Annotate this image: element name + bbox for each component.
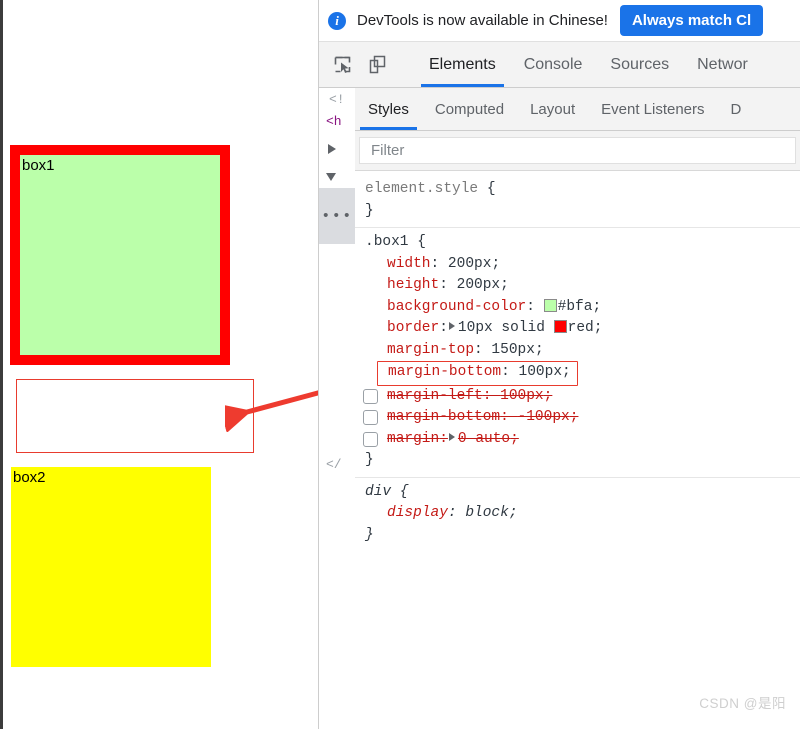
declaration-margin-bottom-active[interactable]: margin-bottom: 100px; [377,361,578,386]
dom-collapse-triangle-icon[interactable] [328,144,336,154]
dom-fragment-doctype[interactable]: <! [329,92,345,107]
property-value[interactable]: 200px [448,256,492,272]
property-name[interactable]: margin-top [387,342,474,358]
devtools-infobar: i DevTools is now available in Chinese! … [319,0,800,42]
open-brace: { [478,181,496,197]
dom-fragment-closing-tag[interactable]: </ [326,457,342,472]
color-swatch-background[interactable] [543,298,557,312]
property-name[interactable]: height [387,277,439,293]
property-value[interactable]: #bfa [558,299,593,315]
dom-fragment-html[interactable]: <h [326,114,342,129]
declaration-width[interactable]: width: 200px; [365,254,800,276]
rule-header: div { [365,482,800,504]
property-name[interactable]: margin-left [387,388,483,404]
property-value[interactable]: 0 auto [458,431,510,447]
tab-elements[interactable]: Elements [415,42,510,87]
declaration-checkbox[interactable] [363,388,378,404]
css-rule-box1: .box1 { width: 200px; height: 200px; bac… [355,227,800,477]
property-value[interactable]: block [465,505,509,521]
box1-label: box1 [22,157,55,174]
css-rule-element-style: element.style { } [355,175,800,227]
declaration-border[interactable]: border: 10px solid red; [365,318,800,340]
css-rule-div: div { display: block; } [355,476,800,552]
tab-console[interactable]: Console [510,42,597,87]
color-swatch-border[interactable] [553,320,567,333]
declaration-height[interactable]: height: 200px; [365,275,800,297]
close-brace: } [365,526,374,543]
device-toolbar-icon[interactable] [364,52,390,78]
rule-header: .box1 { [365,232,800,254]
css-rules-list: element.style { } .box1 { width: 200px; … [355,171,800,551]
property-name[interactable]: margin-bottom [387,409,500,425]
property-value[interactable]: -100px [518,409,570,425]
styles-sidebar-tab-list: Styles Computed Layout Event Listeners D [355,88,800,131]
tab-sources[interactable]: Sources [596,42,683,87]
property-name[interactable]: margin-bottom [388,364,501,380]
inspect-element-icon[interactable] [329,52,355,78]
toolbar-icon-group [319,42,415,87]
rule-header: element.style { [365,179,800,201]
open-brace: { [408,234,426,250]
box2-label: box2 [13,469,46,486]
main-tab-list: Elements Console Sources Networ [415,42,762,87]
box2-element[interactable]: box2 [11,467,211,667]
tab-network[interactable]: Networ [683,42,762,87]
declaration-display[interactable]: display: block; [365,503,800,525]
always-match-language-button[interactable]: Always match Cl [619,5,764,36]
browser-viewport: box1 box2 [0,0,318,729]
property-value[interactable]: 100px [500,388,544,404]
tab-event-listeners[interactable]: Event Listeners [588,88,717,130]
rule-selector[interactable]: element.style [365,181,478,197]
rule-selector[interactable]: .box1 [365,234,409,250]
watermark: CSDN @是阳 [699,696,786,711]
declaration-margin-shorthand-disabled[interactable]: margin: 0 auto; [363,429,800,451]
devtools-main-toolbar: Elements Console Sources Networ [319,42,800,88]
dom-tree-gutter: <! <h ••• </ [319,88,356,729]
declaration-margin-bottom-disabled[interactable]: margin-bottom: -100px; [363,407,800,429]
property-name[interactable]: border [387,320,439,336]
declaration-checkbox[interactable] [363,410,378,425]
property-value[interactable]: 100px [519,364,563,380]
dom-expand-triangle-icon[interactable] [326,173,336,181]
rule-selector[interactable]: div [365,484,391,500]
tab-layout[interactable]: Layout [517,88,588,130]
property-name[interactable]: display [387,505,448,521]
open-brace: { [391,483,409,500]
property-value-color: red [567,320,594,336]
declaration-margin-left-disabled[interactable]: margin-left: 100px; [363,386,800,408]
filter-input[interactable]: Filter [359,137,796,164]
viewport-left-edge [0,0,3,729]
chevron-right-icon[interactable] [448,432,455,441]
styles-sidebar-pane: Styles Computed Layout Event Listeners D… [355,88,800,729]
property-name[interactable]: background-color [387,299,526,315]
styles-filter-bar: Filter [355,131,800,171]
chevron-right-icon[interactable] [448,322,455,330]
info-icon: i [328,11,346,30]
property-value-length: 10px solid [457,320,554,336]
dom-more-button[interactable]: ••• [319,188,355,244]
tab-computed[interactable]: Computed [422,88,517,130]
property-value[interactable]: 150px [491,342,535,358]
close-brace: } [365,202,374,219]
property-name[interactable]: width [387,256,431,272]
declaration-background-color[interactable]: background-color: #bfa; [365,297,800,319]
declaration-margin-top[interactable]: margin-top: 150px; [365,340,800,362]
tab-styles[interactable]: Styles [355,88,422,130]
infobar-message: DevTools is now available in Chinese! [357,12,608,29]
devtools-body: <! <h ••• </ Styles Computed Layout Even… [319,88,800,729]
box1-element[interactable]: box1 [10,145,230,365]
annotation-empty-box [16,379,254,453]
tab-dom-breakpoints[interactable]: D [718,88,755,130]
declaration-checkbox[interactable] [363,431,378,447]
close-brace: } [365,452,374,468]
devtools-panel: i DevTools is now available in Chinese! … [318,0,800,729]
property-value[interactable]: 200px [457,277,501,293]
property-name[interactable]: margin [387,431,439,447]
